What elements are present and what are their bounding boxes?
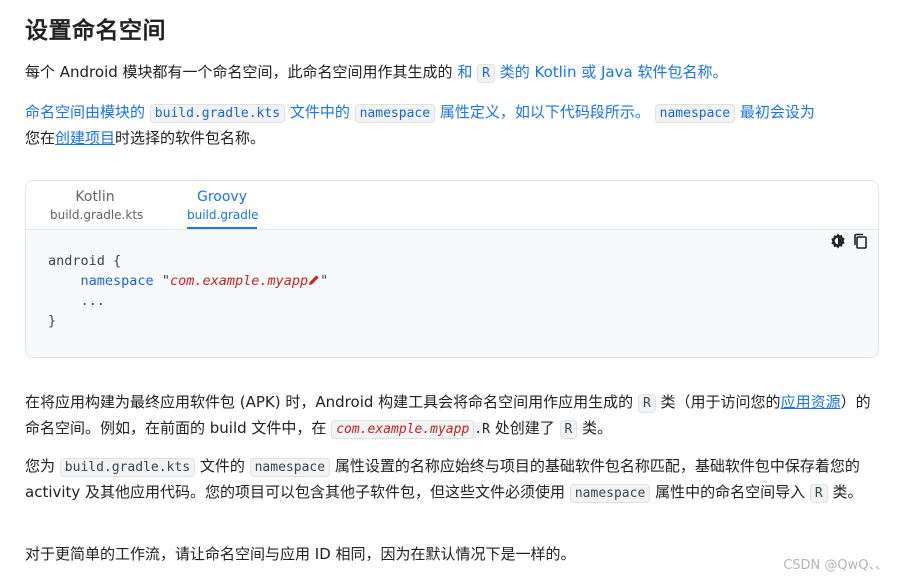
- paragraph-4: 您为 build.gradle.kts 文件的 namespace 属性设置的名…: [25, 457, 863, 503]
- code-tools: [830, 233, 868, 249]
- code-block: android { namespace "com.example.myapp " …: [48, 253, 329, 329]
- code-r: R: [477, 64, 495, 83]
- code-sample: Kotlin build.gradle.kts Groovy build.gra…: [25, 180, 879, 358]
- create-project-link[interactable]: 创建项目: [55, 129, 115, 147]
- paragraph-1: 每个 Android 模块都有一个命名空间，此命名空间用作其生成的 和 R 类的…: [25, 63, 728, 83]
- paragraph-2: 命名空间由模块的 build.gradle.kts 文件中的 namespace…: [25, 103, 815, 147]
- page-title: 设置命名空间: [25, 18, 166, 44]
- app-resources-link[interactable]: 应用资源: [781, 393, 841, 411]
- tab-groovy[interactable]: Groovy build.gradle: [187, 187, 259, 229]
- namespace-value: com.example.myapp: [169, 273, 309, 289]
- paragraph-3: 在将应用构建为最终应用软件包 (APK) 时，Android 构建工具会将命名空…: [25, 393, 871, 439]
- theme-toggle-icon[interactable]: [830, 233, 846, 249]
- watermark: CSDN @QwQ、、: [783, 558, 888, 573]
- tab-kotlin[interactable]: Kotlin build.gradle.kts: [50, 187, 143, 223]
- paragraph-5: 对于更简单的工作流，请让命名空间与应用 ID 相同，因为在默认情况下是一样的。: [25, 545, 576, 563]
- copy-icon[interactable]: [852, 233, 868, 249]
- code-tabs: Kotlin build.gradle.kts Groovy build.gra…: [26, 181, 878, 230]
- pencil-icon[interactable]: [308, 274, 320, 286]
